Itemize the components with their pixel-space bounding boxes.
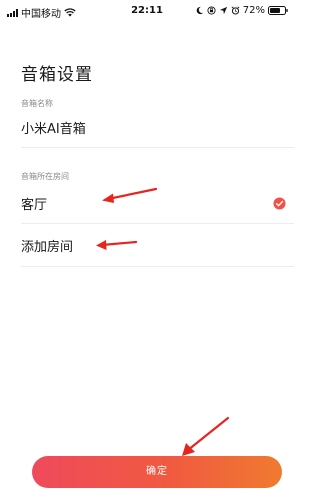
room-section-label: 音箱所在房间 <box>21 172 69 181</box>
speaker-name-label: 音箱名称 <box>21 99 53 108</box>
check-icon <box>273 197 286 210</box>
battery-percentage: 72% <box>242 5 265 16</box>
lock-rotation-icon <box>207 6 216 15</box>
divider <box>21 223 294 224</box>
speaker-settings-screen: 中国移动 22:11 72% 音箱设置 音箱名称 小米AI音箱 音箱所在房间 客… <box>0 0 294 500</box>
speaker-name-field[interactable]: 小米AI音箱 <box>21 118 86 137</box>
battery-icon <box>268 6 288 15</box>
room-option-label: 客厅 <box>21 198 48 213</box>
alarm-icon <box>231 6 240 15</box>
divider <box>21 147 294 148</box>
page-title: 音箱设置 <box>21 65 93 85</box>
status-right: 72% <box>195 5 288 16</box>
confirm-button[interactable]: 确定 <box>32 456 282 488</box>
add-room-button[interactable]: 添加房间 <box>0 226 294 266</box>
add-room-label: 添加房间 <box>21 240 74 255</box>
moon-icon <box>196 6 203 15</box>
annotation-arrow <box>102 187 158 203</box>
annotation-arrow <box>96 240 138 250</box>
annotation-arrow <box>182 416 230 456</box>
location-icon <box>219 6 227 15</box>
divider <box>21 266 294 267</box>
status-bar: 中国移动 22:11 72% <box>0 0 294 22</box>
